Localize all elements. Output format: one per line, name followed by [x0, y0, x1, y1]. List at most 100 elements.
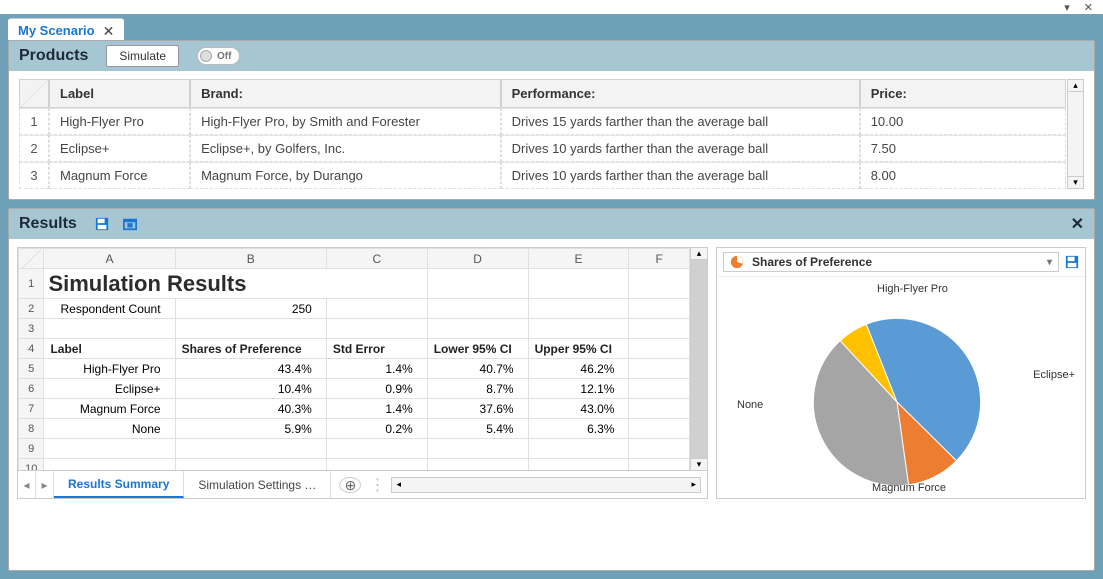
products-vscrollbar[interactable]: ▴ ▾ — [1067, 79, 1084, 189]
products-panel: Products Simulate Off Label Brand: Perfo… — [8, 40, 1095, 200]
sheet-title[interactable]: Simulation Results — [44, 269, 427, 299]
rowhdr[interactable]: 1 — [19, 269, 44, 299]
res-stderr[interactable]: 0.9% — [326, 379, 427, 399]
hdr-hi[interactable]: Upper 95% CI — [528, 339, 629, 359]
scroll-up-icon[interactable]: ▴ — [691, 248, 707, 260]
tab-drag-handle-icon[interactable]: ⋮ — [369, 475, 385, 495]
window-menu-dropdown[interactable]: ▾ — [1064, 1, 1070, 14]
sheet-nav-prev[interactable]: ◂ — [18, 471, 36, 498]
res-share[interactable]: 40.3% — [175, 399, 326, 419]
cell-performance[interactable]: Drives 10 yards farther than the average… — [501, 162, 860, 189]
scroll-down-icon[interactable]: ▾ — [691, 458, 707, 470]
chart-dropdown-icon[interactable]: ▾ — [1047, 257, 1052, 268]
res-label[interactable]: Magnum Force — [44, 399, 175, 419]
results-close-icon[interactable]: ✕ — [1071, 214, 1084, 234]
rowhdr[interactable]: 10 — [19, 459, 44, 471]
results-panel: Results ✕ A — [8, 208, 1095, 571]
res-hi[interactable]: 43.0% — [528, 399, 629, 419]
resp-count-label[interactable]: Respondent Count — [44, 299, 175, 319]
pie-label-hfp: High-Flyer Pro — [877, 283, 948, 295]
rowhdr[interactable]: 5 — [19, 359, 44, 379]
sheet-corner[interactable] — [19, 249, 44, 269]
col-A[interactable]: A — [44, 249, 175, 269]
chart-panel: Shares of Preference ▾ High-Flyer Pro Ec… — [716, 247, 1086, 499]
cell-performance[interactable]: Drives 10 yards farther than the average… — [501, 135, 860, 162]
res-share[interactable]: 43.4% — [175, 359, 326, 379]
corner-cell[interactable] — [19, 79, 49, 108]
res-stderr[interactable]: 1.4% — [326, 359, 427, 379]
col-performance[interactable]: Performance: — [501, 79, 860, 108]
cell-brand[interactable]: Eclipse+, by Golfers, Inc. — [190, 135, 501, 162]
col-B[interactable]: B — [175, 249, 326, 269]
cell-label[interactable]: Magnum Force — [49, 162, 190, 189]
res-lo[interactable]: 40.7% — [427, 359, 528, 379]
cell-label[interactable]: High-Flyer Pro — [49, 108, 190, 135]
save-icon[interactable] — [95, 217, 109, 231]
hdr-share[interactable]: Shares of Preference — [175, 339, 326, 359]
res-hi[interactable]: 6.3% — [528, 419, 629, 439]
tab-results-summary[interactable]: Results Summary — [54, 471, 184, 498]
rowhdr[interactable]: 9 — [19, 439, 44, 459]
res-hi[interactable]: 46.2% — [528, 359, 629, 379]
sheet-hscrollbar[interactable]: ◂ ▸ — [391, 477, 701, 493]
simulate-toggle[interactable]: Off — [197, 47, 240, 65]
res-stderr[interactable]: 0.2% — [326, 419, 427, 439]
cell-brand[interactable]: High-Flyer Pro, by Smith and Forester — [190, 108, 501, 135]
res-stderr[interactable]: 1.4% — [326, 399, 427, 419]
res-lo[interactable]: 8.7% — [427, 379, 528, 399]
col-brand[interactable]: Brand: — [190, 79, 501, 108]
rowhdr[interactable]: 3 — [19, 319, 44, 339]
window-restore-icon[interactable] — [123, 217, 137, 231]
hdr-lo[interactable]: Lower 95% CI — [427, 339, 528, 359]
rowhdr[interactable]: 2 — [19, 299, 44, 319]
res-lo[interactable]: 5.4% — [427, 419, 528, 439]
col-label[interactable]: Label — [49, 79, 190, 108]
resp-count-value[interactable]: 250 — [175, 299, 326, 319]
simulate-button[interactable]: Simulate — [106, 45, 179, 67]
hdr-label[interactable]: Label — [44, 339, 175, 359]
hscroll-right-icon[interactable]: ▸ — [687, 479, 700, 490]
col-price[interactable]: Price: — [860, 79, 1066, 108]
sheet-nav-next[interactable]: ▸ — [36, 471, 54, 498]
window-close-icon[interactable]: ✕ — [1084, 1, 1093, 14]
hscroll-left-icon[interactable]: ◂ — [392, 479, 405, 490]
res-label[interactable]: None — [44, 419, 175, 439]
res-label[interactable]: Eclipse+ — [44, 379, 175, 399]
cell-price[interactable]: 10.00 — [860, 108, 1066, 135]
chart-save-icon[interactable] — [1065, 255, 1079, 269]
rowhdr[interactable]: 6 — [19, 379, 44, 399]
row-number: 3 — [19, 162, 49, 189]
scroll-up-icon[interactable]: ▴ — [1068, 80, 1083, 92]
table-row[interactable]: 2 Eclipse+ Eclipse+, by Golfers, Inc. Dr… — [19, 135, 1066, 162]
res-hi[interactable]: 12.1% — [528, 379, 629, 399]
add-sheet-icon[interactable]: ⊕ — [339, 477, 361, 493]
res-label[interactable]: High-Flyer Pro — [44, 359, 175, 379]
sheet-vscrollbar[interactable]: ▴ ▾ — [690, 248, 707, 470]
hdr-stderr[interactable]: Std Error — [326, 339, 427, 359]
scenario-tab[interactable]: My Scenario ✕ — [8, 18, 124, 40]
cell-label[interactable]: Eclipse+ — [49, 135, 190, 162]
cell-brand[interactable]: Magnum Force, by Durango — [190, 162, 501, 189]
cell-price[interactable]: 8.00 — [860, 162, 1066, 189]
rowhdr[interactable]: 4 — [19, 339, 44, 359]
tab-close-icon[interactable]: ✕ — [103, 24, 115, 38]
col-D[interactable]: D — [427, 249, 528, 269]
tab-simulation-settings[interactable]: Simulation Settings … — [184, 471, 331, 498]
rowhdr[interactable]: 8 — [19, 419, 44, 439]
scroll-down-icon[interactable]: ▾ — [1068, 176, 1083, 188]
res-share[interactable]: 10.4% — [175, 379, 326, 399]
cell-price[interactable]: 7.50 — [860, 135, 1066, 162]
table-row[interactable]: 1 High-Flyer Pro High-Flyer Pro, by Smit… — [19, 108, 1066, 135]
table-row[interactable]: 3 Magnum Force Magnum Force, by Durango … — [19, 162, 1066, 189]
res-share[interactable]: 5.9% — [175, 419, 326, 439]
col-E[interactable]: E — [528, 249, 629, 269]
col-C[interactable]: C — [326, 249, 427, 269]
scroll-thumb[interactable] — [691, 260, 707, 458]
toggle-knob-icon — [200, 50, 212, 62]
rowhdr[interactable]: 7 — [19, 399, 44, 419]
row-number: 1 — [19, 108, 49, 135]
cell-performance[interactable]: Drives 15 yards farther than the average… — [501, 108, 860, 135]
col-F[interactable]: F — [629, 249, 690, 269]
res-lo[interactable]: 37.6% — [427, 399, 528, 419]
chart-type-select[interactable]: Shares of Preference ▾ — [723, 252, 1059, 272]
